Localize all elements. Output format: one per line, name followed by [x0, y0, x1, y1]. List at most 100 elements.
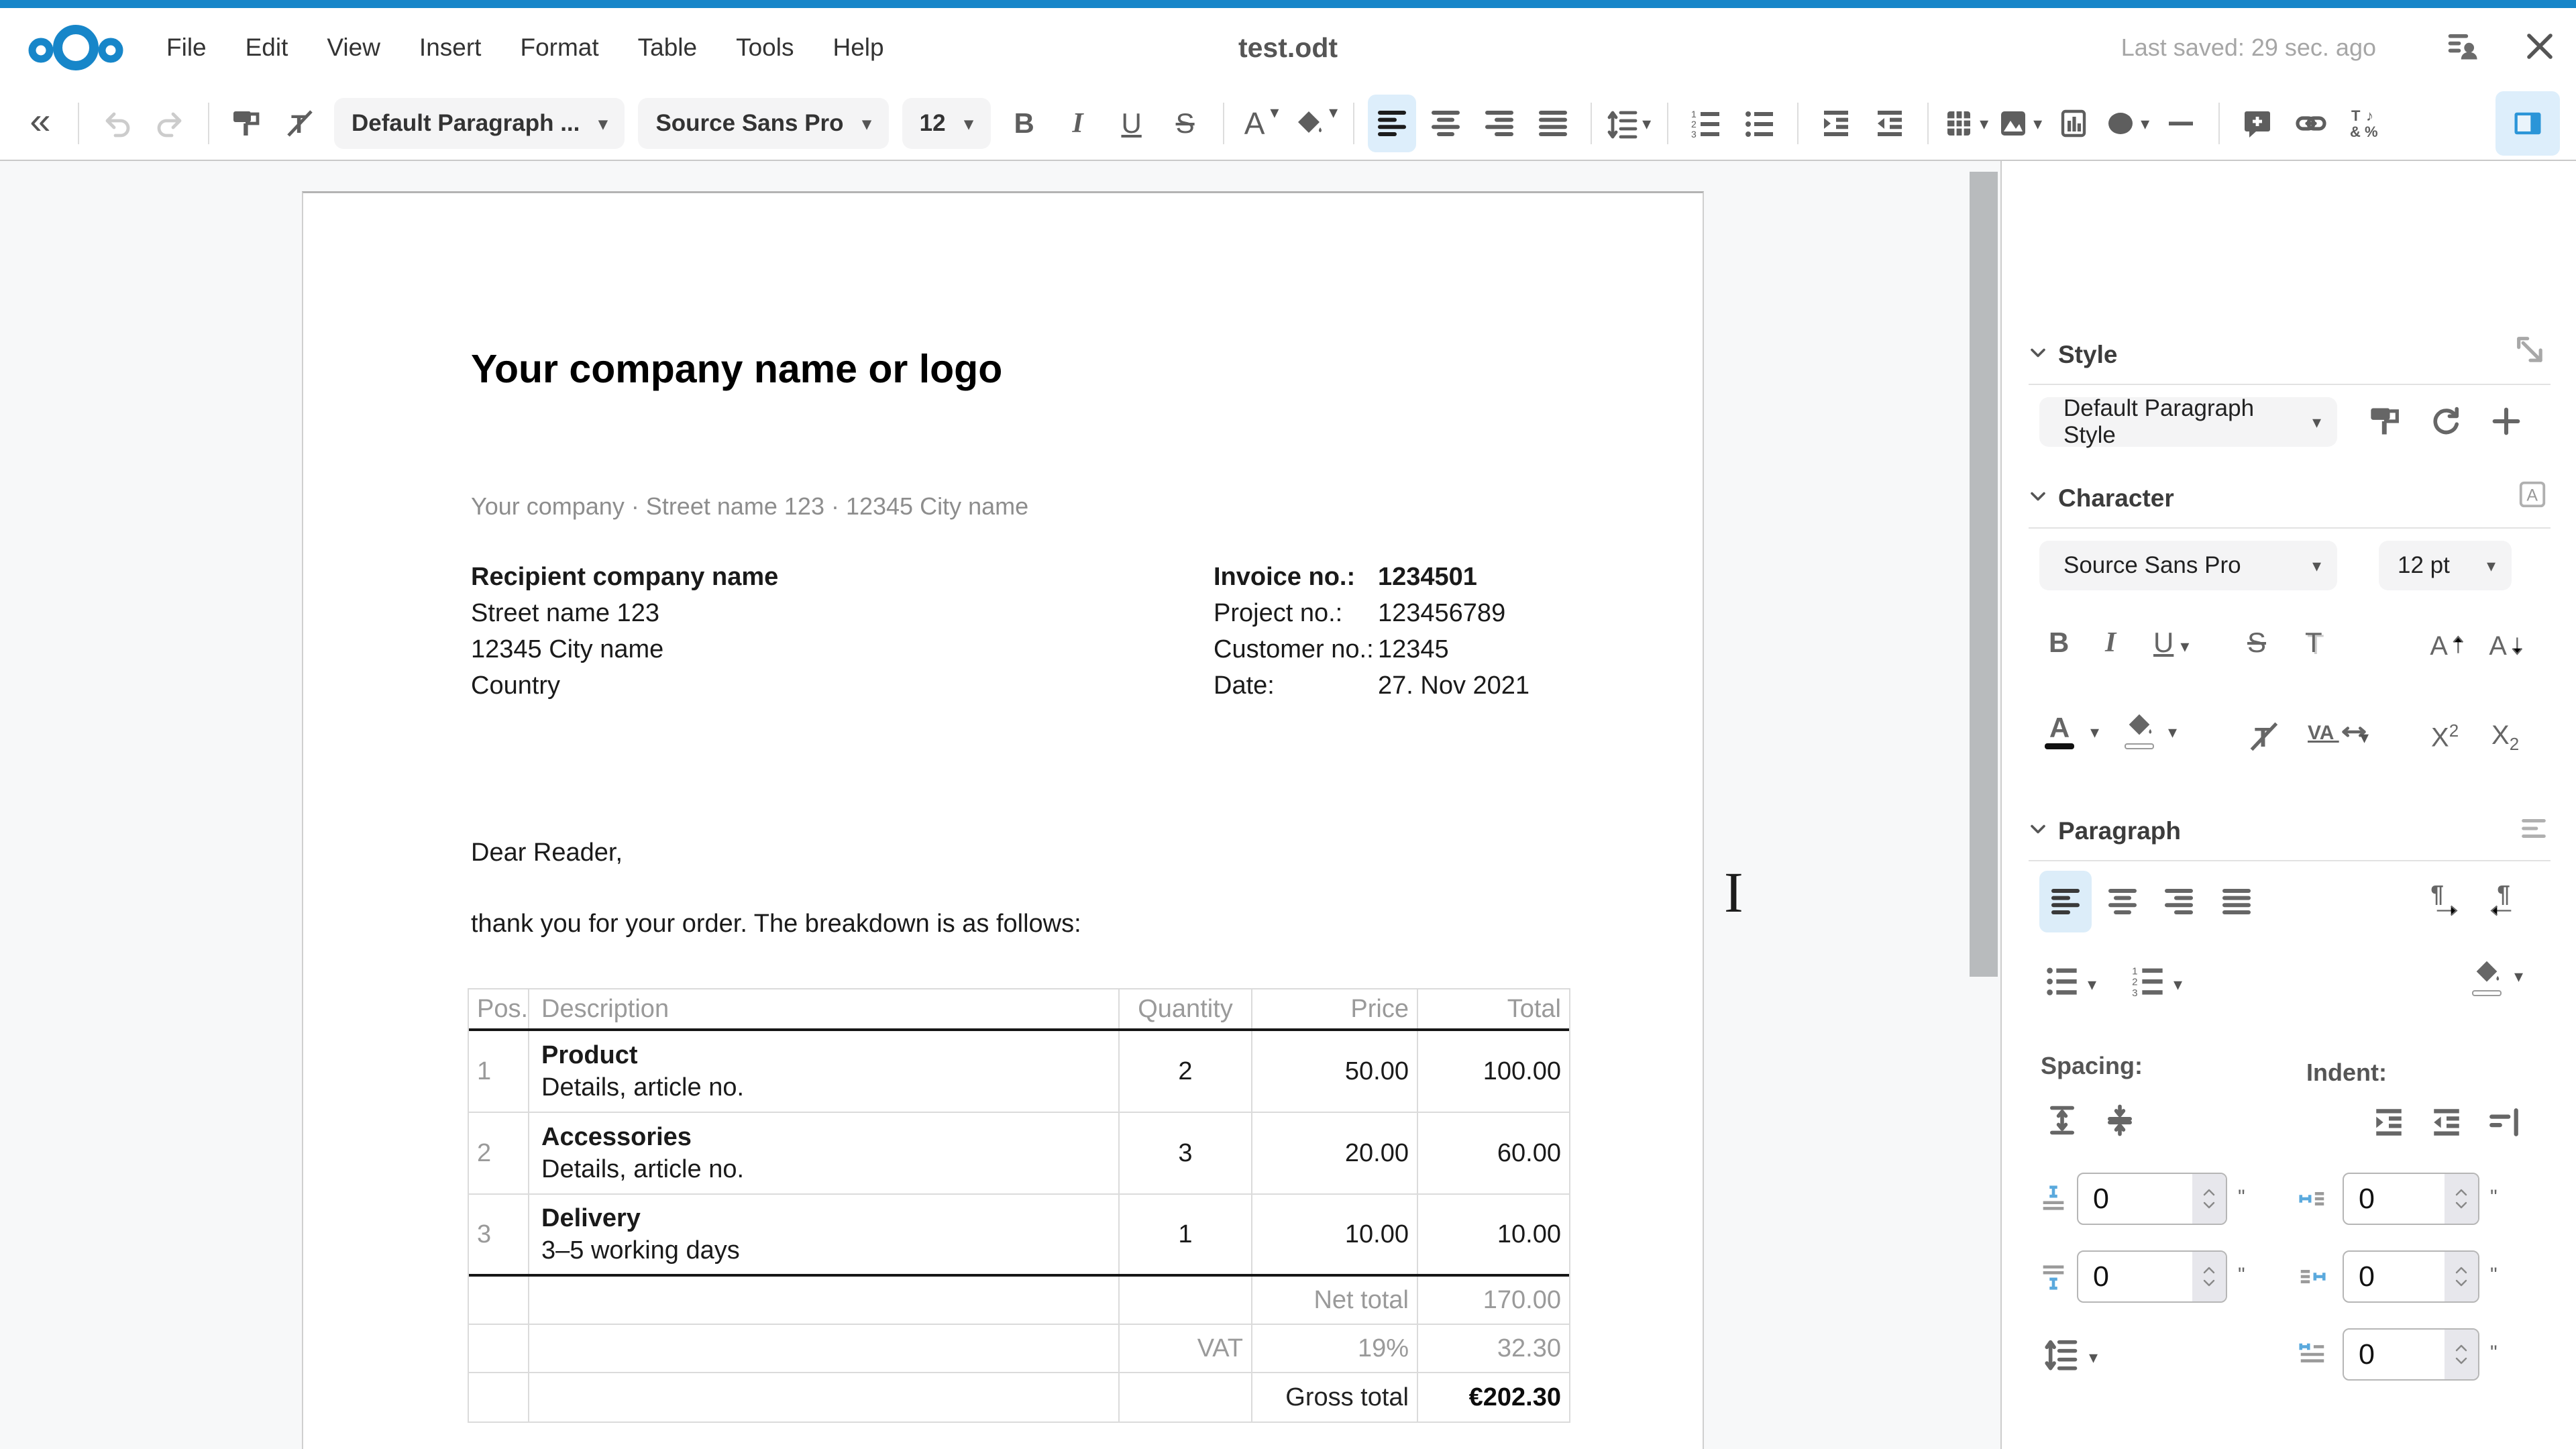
sidebar-line-spacing-button[interactable] [2045, 1336, 2080, 1375]
sidebar-align-right-button[interactable] [2163, 885, 2195, 921]
sidebar-toggle-button[interactable] [2496, 91, 2560, 156]
chevron-down-icon[interactable]: ▾ [2174, 974, 2182, 995]
chevron-down-icon[interactable]: ▾ [2168, 722, 2177, 743]
underline-button[interactable]: U [1108, 95, 1156, 152]
activity-sharing-icon[interactable] [2446, 29, 2481, 67]
insert-comment-button[interactable] [2233, 95, 2282, 152]
ordered-list-button[interactable]: 1 2 3 [1682, 95, 1730, 152]
update-style-button[interactable] [2368, 404, 2403, 442]
stepper-buttons[interactable] [2192, 1252, 2226, 1301]
insert-table-button[interactable]: ▾ [1942, 95, 1990, 152]
svg-text:¶: ¶ [2430, 881, 2443, 908]
redo-button[interactable] [146, 95, 195, 152]
sidebar-italic-button[interactable]: I [2105, 627, 2116, 659]
stepper-buttons[interactable] [2445, 1174, 2478, 1224]
svg-text:A: A [2430, 631, 2448, 661]
paragraph-section-chevron[interactable] [2026, 817, 2050, 845]
grow-font-button[interactable]: A [2428, 627, 2466, 667]
space-below-input[interactable]: 0 [2077, 1250, 2227, 1303]
new-style-button[interactable] [2489, 404, 2524, 442]
justify-button[interactable] [1529, 95, 1577, 152]
decrease-indent-button[interactable] [1866, 95, 1914, 152]
indent-after-input[interactable]: 0 [2343, 1250, 2479, 1303]
hanging-indent-button[interactable] [2487, 1106, 2521, 1142]
refresh-style-button[interactable] [2428, 404, 2463, 442]
sidebar-bullet-list-button[interactable] [2045, 963, 2080, 1002]
close-icon[interactable] [2524, 30, 2556, 66]
sidebar-clear-formatting-button[interactable]: T [2247, 719, 2282, 757]
chevron-down-icon[interactable]: ▾ [2088, 974, 2096, 995]
align-right-button[interactable] [1475, 95, 1523, 152]
chevron-down-icon[interactable]: ▾ [2514, 966, 2523, 987]
stepper-buttons[interactable] [2445, 1252, 2478, 1301]
style-more-options-icon[interactable] [2513, 333, 2548, 371]
collapse-toolbar-button[interactable]: « [16, 95, 64, 152]
insert-image-button[interactable]: ▾ [1996, 95, 2044, 152]
clone-formatting-button[interactable] [223, 95, 271, 152]
stepper-buttons[interactable] [2192, 1174, 2226, 1224]
document-canvas[interactable]: Your company name or logo Your company ·… [0, 161, 2000, 1449]
line-spacing-button[interactable]: ▾ [1605, 95, 1654, 152]
paragraph-ltr-button[interactable]: ¶ [2424, 880, 2462, 921]
indent-before-input[interactable]: 0 [2343, 1173, 2479, 1225]
decrease-paragraph-spacing-button[interactable] [2102, 1103, 2137, 1141]
undo-button[interactable] [93, 95, 141, 152]
sidebar-shadow-button[interactable]: T [2305, 627, 2322, 659]
subscript-button[interactable]: X2 [2491, 720, 2519, 755]
increase-paragraph-spacing-button[interactable] [2045, 1103, 2080, 1141]
invoice-meta-labels: Invoice no.: Project no.: Customer no.: … [1214, 559, 1374, 704]
insert-hyperlink-button[interactable] [2287, 95, 2335, 152]
document-page[interactable]: Your company name or logo Your company ·… [302, 191, 1704, 1449]
character-section-chevron[interactable] [2026, 484, 2050, 512]
sidebar-strikethrough-button[interactable]: S [2247, 627, 2266, 659]
space-above-input[interactable]: 0 [2077, 1173, 2227, 1225]
firstline-indent-input[interactable]: 0 [2343, 1328, 2479, 1381]
stepper-buttons[interactable] [2445, 1330, 2478, 1379]
sidebar-align-left-button[interactable] [2039, 871, 2092, 932]
style-section-chevron[interactable] [2026, 341, 2050, 368]
sidebar-decrease-indent-button[interactable] [2430, 1106, 2463, 1142]
highlight-color-button[interactable]: ▾ [1291, 95, 1340, 152]
shrink-font-button[interactable]: A [2487, 627, 2525, 667]
svg-text:1: 1 [1691, 109, 1697, 119]
character-dialog-icon[interactable]: A [2517, 479, 2548, 513]
invoice-table[interactable]: Pos. Description Quantity Price Total 1 … [468, 988, 1570, 1423]
vertical-scrollbar[interactable] [1970, 172, 1998, 977]
increase-indent-button[interactable] [1812, 95, 1860, 152]
sidebar-numbered-list-button[interactable]: 123 [2131, 963, 2165, 1002]
sidebar-underline-button[interactable]: U▾ [2153, 627, 2189, 659]
insert-shape-button[interactable]: ▾ [2103, 95, 2151, 152]
sidebar-highlight-color-button[interactable] [2124, 711, 2155, 749]
sidebar-font-color-button[interactable]: A [2045, 714, 2074, 749]
sidebar-bold-button[interactable]: B [2049, 627, 2069, 659]
sidebar-increase-indent-button[interactable] [2372, 1106, 2406, 1142]
svg-text:T: T [2351, 107, 2361, 124]
style-name-select[interactable]: Default Paragraph Style▾ [2039, 397, 2337, 447]
font-color-button[interactable]: A▾ [1238, 95, 1286, 152]
sidebar-font-size-select[interactable]: 12 pt▾ [2379, 541, 2512, 590]
clear-formatting-button[interactable]: T [276, 95, 325, 152]
paragraph-dialog-icon[interactable] [2518, 813, 2549, 847]
insert-chart-button[interactable] [2049, 95, 2098, 152]
sidebar-align-center-button[interactable] [2106, 885, 2139, 921]
strikethrough-button[interactable]: S [1161, 95, 1210, 152]
paragraph-rtl-button[interactable]: ¶ [2486, 880, 2524, 921]
align-center-button[interactable] [1421, 95, 1470, 152]
font-size-select[interactable]: 12▾ [902, 98, 991, 149]
insert-line-button[interactable] [2157, 95, 2205, 152]
unordered-list-button[interactable] [1735, 95, 1784, 152]
chevron-down-icon[interactable]: ▾ [2089, 1347, 2098, 1368]
chevron-down-icon[interactable]: ▾ [2090, 722, 2099, 743]
svg-text:%: % [2365, 123, 2378, 140]
font-name-select[interactable]: Source Sans Pro▾ [638, 98, 888, 149]
paragraph-background-color-button[interactable] [2471, 958, 2502, 996]
bold-button[interactable]: B [1000, 95, 1049, 152]
align-left-button[interactable] [1368, 95, 1416, 152]
paragraph-style-select[interactable]: Default Paragraph ...▾ [334, 98, 625, 149]
superscript-button[interactable]: X2 [2431, 720, 2459, 753]
sidebar-font-name-select[interactable]: Source Sans Pro▾ [2039, 541, 2337, 590]
italic-button[interactable]: I [1054, 95, 1102, 152]
chevron-down-icon[interactable]: ▾ [2360, 727, 2369, 748]
sidebar-justify-button[interactable] [2220, 885, 2253, 921]
insert-special-character-button[interactable]: T♪ &% [2341, 95, 2389, 152]
